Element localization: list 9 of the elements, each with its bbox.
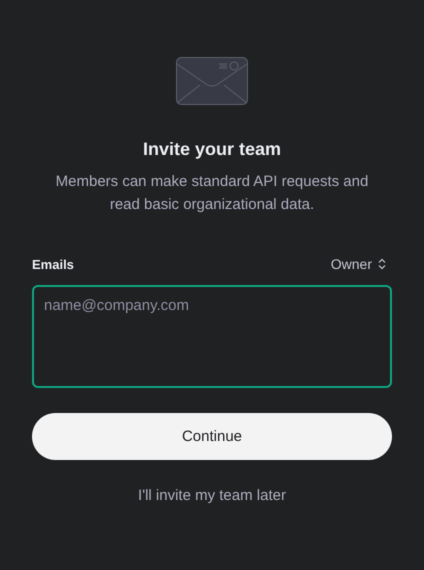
chevron-up-down-icon <box>378 258 386 270</box>
skip-link[interactable]: I'll invite my team later <box>138 487 286 504</box>
envelope-icon <box>176 57 248 105</box>
description: Members can make standard API requests and read basic organizational data. <box>54 172 370 215</box>
field-label: Emails <box>32 256 74 272</box>
role-dropdown[interactable]: Owner <box>330 256 392 272</box>
continue-button[interactable]: Continue <box>32 413 392 460</box>
email-input[interactable]: name@company.com <box>32 285 392 388</box>
dialog-title: Invite your team <box>142 138 282 160</box>
